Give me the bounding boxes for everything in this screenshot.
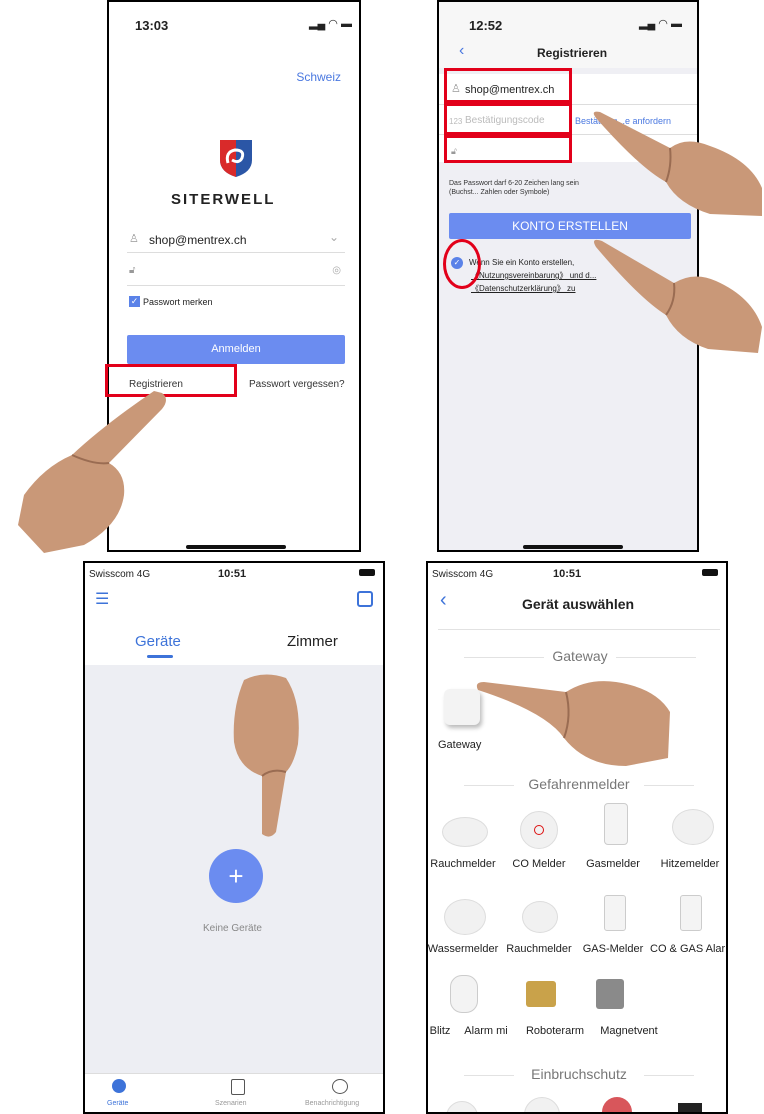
email-highlight-box [444,68,572,103]
menu-icon[interactable]: ☰ [95,589,109,609]
device-row2-2[interactable]: GAS-Melder [576,943,650,955]
code-highlight-box [444,103,572,135]
device-row2-1[interactable]: Rauchmelder [502,943,576,955]
user-icon: ♙ [129,233,139,245]
device-row1-3[interactable]: Hitzemelder [650,858,726,870]
panic-button-icon[interactable] [602,1097,632,1112]
pointing-hand-icon [18,391,166,553]
nav-scenes-icon[interactable] [231,1079,245,1095]
agree-text: Wenn Sie ein Konto erstellen, [469,258,575,267]
siren-icon[interactable] [450,975,478,1013]
siterwell-logo-icon [220,140,252,177]
gas-sensor-icon[interactable] [604,895,626,931]
co-led-icon [534,825,544,835]
remember-label: Passwort merken [143,297,213,307]
status-time: 10:51 [218,568,247,580]
gateway-device-icon[interactable] [444,689,480,725]
password-hint: Das Passwort darf 6-20 Zeichen lang sein… [449,180,579,196]
forgot-password-link[interactable]: Passwort vergessen? [249,379,345,390]
eye-icon[interactable]: ◎ [332,265,341,276]
tab-devices[interactable]: Geräte [135,633,181,650]
brand-name: SITERWELL [171,191,276,208]
page-title: Registrieren [537,46,608,60]
empty-state: Keine Geräte [203,923,262,934]
pointing-hand-icon [476,681,670,766]
nav-scenes[interactable]: Szenarien [215,1100,247,1107]
device-gateway[interactable]: Gateway [438,739,481,751]
section-intrusion: Einbruchschutz [531,1066,627,1082]
status-icons: ▂▄ ◠ ▬ [309,18,352,30]
pointing-hand-icon [594,239,762,353]
section-danger: Gefahrenmelder [528,776,630,792]
device-row2-3[interactable]: CO & GAS Alarm [650,943,726,955]
tab-rooms[interactable]: Zimmer [287,633,338,650]
section-gateway: Gateway [552,648,608,664]
device-row3-2[interactable]: Roboterarm [518,1025,592,1037]
nav-devices-icon[interactable] [112,1079,126,1093]
battery-icon [359,569,375,576]
status-time: 10:51 [553,568,582,580]
motion-sensor-icon[interactable] [446,1101,478,1112]
password-highlight-box [444,135,572,163]
signal-carrier: Swisscom 4G [432,569,494,580]
pointing-hand-icon [593,111,762,216]
page-title: Gerät auswählen [522,596,635,612]
home-icon[interactable] [357,591,373,607]
smoke-detector-icon[interactable] [442,817,488,847]
remember-checkbox[interactable]: ✓ [129,296,140,307]
email-field[interactable]: shop@mentrex.ch [149,233,247,247]
region-link[interactable]: Schweiz [296,70,341,84]
device-row3-0[interactable]: Blitz [428,1025,454,1037]
co-gas-alarm-icon[interactable] [680,895,702,931]
privacy-link[interactable]: 《Datenschutzerklärung》 zu [471,283,576,294]
nav-devices[interactable]: Geräte [107,1100,128,1107]
battery-icon [702,569,718,576]
lock-icon: 🔓︎ [129,265,136,276]
status-icons: ▂▄ ◠ ▬ [639,18,682,30]
smoke-detector-icon[interactable] [522,901,558,933]
robot-arm-icon[interactable] [526,981,556,1007]
pointing-hand-icon [233,674,299,837]
device-row1-1[interactable]: CO Melder [502,858,576,870]
status-time: 13:03 [135,18,169,33]
keypad-icon[interactable] [678,1103,702,1112]
status-time: 12:52 [469,18,503,33]
add-device-button[interactable]: + [209,849,263,903]
select-device-screen: Swisscom 4G 10:51 ‹ Gerät auswählen Gate… [426,561,728,1114]
water-detector-icon[interactable] [444,899,486,935]
solenoid-valve-icon[interactable] [596,979,624,1009]
device-row3-3[interactable]: Magnetvent [592,1025,666,1037]
login-button[interactable]: Anmelden [127,335,345,364]
device-row3-1[interactable]: Alarm mi [454,1025,518,1037]
back-icon[interactable]: ‹ [440,589,447,612]
gas-detector-icon[interactable] [604,803,628,845]
terms-link[interactable]: 《Nutzungsvereinbarung》 und d... [471,270,596,281]
device-row1-2[interactable]: Gasmelder [576,858,650,870]
device-row1-0[interactable]: Rauchmelder [428,858,500,870]
nav-notifications-icon[interactable] [332,1079,348,1094]
heat-detector-icon[interactable] [672,809,714,845]
nav-notifications[interactable]: Benachrichtigung [305,1100,359,1107]
signal-carrier: Swisscom 4G [89,569,151,580]
chevron-down-icon[interactable]: ⌄ [329,230,339,244]
device-row2-0[interactable]: Wassermelder [428,943,502,955]
back-icon[interactable]: ‹ [459,42,464,60]
door-sensor-icon[interactable] [524,1097,560,1112]
checkbox-highlight-circle [443,239,481,289]
